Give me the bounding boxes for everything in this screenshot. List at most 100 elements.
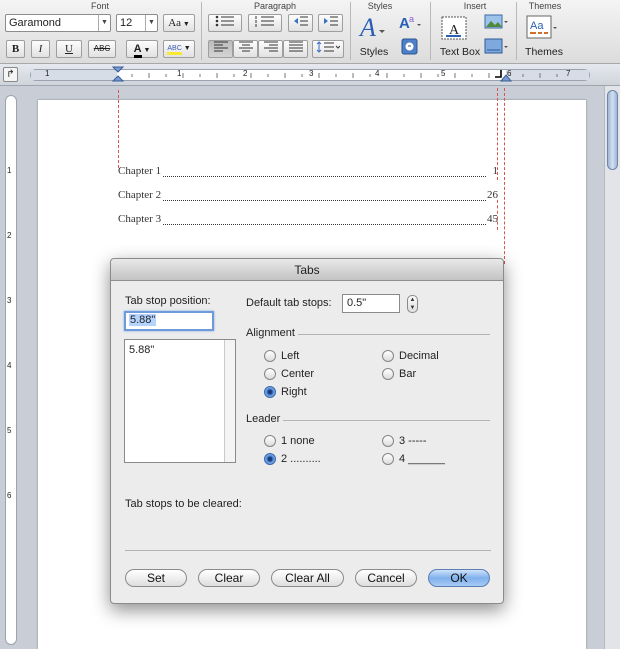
right-indent-marker-icon[interactable]: [500, 64, 512, 86]
dot-leader: [158, 176, 486, 177]
themes-button[interactable]: Aa: [526, 14, 560, 42]
align-bar-label: Bar: [399, 368, 417, 380]
ruler-number: 4: [375, 69, 380, 78]
outdent-icon: [293, 16, 308, 26]
numbered-list-icon: [255, 16, 274, 27]
radio-align-right[interactable]: [264, 386, 276, 398]
ribbon-separator: [516, 2, 517, 60]
underline-button[interactable]: U: [56, 40, 82, 58]
insert-picture-button[interactable]: [484, 12, 510, 32]
font-size-combo[interactable]: 12 ▼: [116, 14, 158, 32]
change-case-button[interactable]: Aa ▼: [163, 14, 195, 32]
annotation-guide: [497, 200, 498, 230]
leader-none-label: 1 none: [281, 435, 315, 447]
dot-leader: [158, 224, 486, 225]
divider: [125, 550, 491, 551]
strikethrough-button[interactable]: ABC: [88, 40, 116, 58]
justify-icon: [288, 41, 303, 52]
set-button[interactable]: Set: [125, 569, 187, 587]
decrease-indent-button[interactable]: [288, 14, 313, 32]
shape-icon: [484, 38, 508, 54]
bold-button[interactable]: B: [6, 40, 25, 58]
radio-align-left[interactable]: [264, 350, 276, 362]
font-name-combo[interactable]: Garamond ▼: [5, 14, 111, 32]
radio-align-bar[interactable]: [382, 368, 394, 380]
ribbon-separator: [201, 2, 202, 60]
radio-align-center[interactable]: [264, 368, 276, 380]
style-inspector-button[interactable]: [400, 38, 420, 56]
radio-leader-underline[interactable]: [382, 453, 394, 465]
vruler-number: 2: [7, 231, 12, 240]
vertical-ruler[interactable]: 1 2 3 4 5 6: [5, 95, 17, 645]
default-tab-stops-input[interactable]: 0.5": [342, 294, 400, 313]
tab-stop-position-input[interactable]: 5.88": [124, 311, 214, 331]
inspector-icon: [401, 38, 418, 55]
cancel-button[interactable]: Cancel: [355, 569, 417, 587]
bullet-list-icon: [215, 15, 234, 27]
styles-gallery-button[interactable]: A: [357, 12, 391, 42]
align-left-label: Left: [281, 350, 300, 362]
group-title-font: Font: [90, 1, 109, 11]
justify-button[interactable]: [283, 40, 308, 58]
tab-stop-list[interactable]: 5.88": [124, 339, 236, 463]
font-color-button[interactable]: A ▼: [126, 40, 158, 58]
align-left-button[interactable]: [208, 40, 233, 58]
annotation-guide: [118, 90, 119, 168]
line-spacing-button[interactable]: [312, 40, 344, 58]
indent-icon: [323, 16, 338, 26]
scrollbar-thumb[interactable]: [607, 90, 618, 170]
vruler-number: 4: [7, 361, 12, 370]
ruler-number: 2: [243, 69, 248, 78]
tab-stop-position-label: Tab stop position:: [125, 295, 211, 307]
list-scrollbar[interactable]: [224, 340, 235, 462]
highlight-icon: ABC: [167, 45, 182, 55]
text-effects-icon: Aa: [399, 14, 421, 32]
chevron-down-icon[interactable]: ▼: [145, 15, 157, 31]
default-tab-stops-stepper[interactable]: ▲ ▼: [407, 295, 418, 313]
chevron-down-icon[interactable]: ▼: [98, 15, 110, 31]
align-center-label: Center: [281, 368, 315, 380]
increase-indent-button[interactable]: [318, 14, 343, 32]
radio-leader-none[interactable]: [264, 435, 276, 447]
numbering-button[interactable]: [248, 14, 282, 32]
list-item[interactable]: 5.88": [129, 344, 154, 356]
insert-shape-button[interactable]: [484, 37, 510, 57]
change-case-label: Aa: [168, 17, 182, 29]
svg-text:A: A: [358, 13, 376, 42]
dot-leader: [158, 200, 486, 201]
ok-button[interactable]: OK: [428, 569, 490, 587]
group-title-themes: Themes: [528, 1, 562, 11]
align-center-icon: [238, 41, 253, 52]
text-box-button[interactable]: A: [440, 14, 470, 42]
underline-label: U: [65, 43, 73, 55]
tab-stop-position-value: 5.88": [129, 314, 157, 326]
group-title-insert: Insert: [463, 1, 487, 11]
line-spacing-icon: [316, 41, 341, 53]
ribbon-separator: [430, 2, 431, 60]
vertical-scrollbar[interactable]: [604, 86, 620, 649]
radio-align-decimal[interactable]: [382, 350, 394, 362]
italic-button[interactable]: I: [31, 40, 50, 58]
text-effects-button[interactable]: Aa: [398, 12, 424, 32]
toc-title: Chapter 1: [118, 165, 163, 177]
clear-all-button[interactable]: Clear All: [271, 569, 344, 587]
radio-leader-dots[interactable]: [264, 453, 276, 465]
themes-icon: Aa: [526, 15, 557, 39]
radio-leader-dashes[interactable]: [382, 435, 394, 447]
font-color-icon: A: [133, 44, 142, 58]
align-right-button[interactable]: [258, 40, 283, 58]
ruler-bar: ↱ 1 1 2 3 4 5 6 7: [0, 64, 620, 86]
vruler-number: 1: [7, 166, 12, 175]
picture-icon: [484, 14, 508, 29]
indent-marker-icon[interactable]: [111, 64, 125, 86]
clear-button[interactable]: Clear: [198, 569, 260, 587]
bullets-button[interactable]: [208, 14, 242, 32]
leader-dots-label: 2 ..........: [281, 453, 321, 465]
align-center-button[interactable]: [233, 40, 258, 58]
svg-text:Aa: Aa: [530, 20, 544, 32]
default-tab-stops-value: 0.5": [347, 297, 367, 309]
annotation-guide: [504, 88, 505, 264]
leader-dashes-label: 3 -----: [399, 435, 427, 447]
highlight-button[interactable]: ABC ▼: [163, 40, 195, 58]
tab-selector-button[interactable]: ↱: [3, 67, 18, 82]
